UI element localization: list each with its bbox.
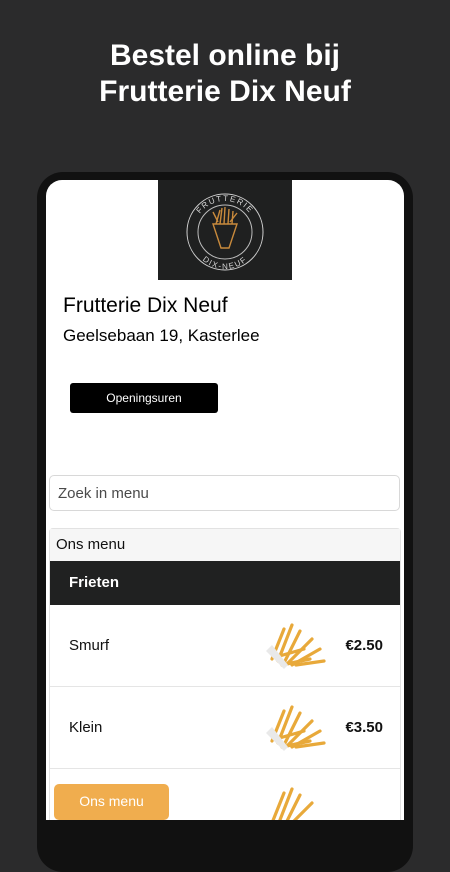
logo-bottom-text: DIX-NEUF [201,255,247,271]
fries-image [266,623,326,669]
fries-icon [212,206,238,249]
shop-name: Frutterie Dix Neuf [63,294,228,317]
fries-image [266,705,326,751]
menu-item[interactable]: Smurf €2.50 [50,605,400,687]
menu-item-name: Klein [69,719,103,736]
menu-search-input[interactable] [49,475,400,511]
phone-screen: FRUTTERIE DIX-NEUF Frutterie Dix Neuf Ge… [46,180,404,820]
svg-text:DIX-NEUF: DIX-NEUF [201,255,249,271]
menu-item-price: €3.50 [345,719,383,736]
shop-logo: FRUTTERIE DIX-NEUF [158,180,292,280]
menu-item-price: €2.50 [345,637,383,654]
headline-line-2: Frutterie Dix Neuf [99,75,351,108]
floating-menu-button[interactable]: Ons menu [54,784,169,820]
opening-hours-button[interactable]: Openingsuren [70,383,218,413]
promo-headline: Bestel online bij Frutterie Dix Neuf [0,38,450,110]
shop-address: Geelsebaan 19, Kasterlee [63,326,260,345]
menu-item[interactable]: Klein €3.50 [50,687,400,769]
menu-panel: Ons menu Frieten Smurf €2.50 Klein €3.50 [49,528,401,820]
menu-title: Ons menu [50,529,400,561]
category-header-frieten[interactable]: Frieten [50,561,400,605]
fries-image [271,787,314,820]
headline-line-1: Bestel online bij [109,39,341,72]
menu-item-name: Smurf [69,637,110,654]
